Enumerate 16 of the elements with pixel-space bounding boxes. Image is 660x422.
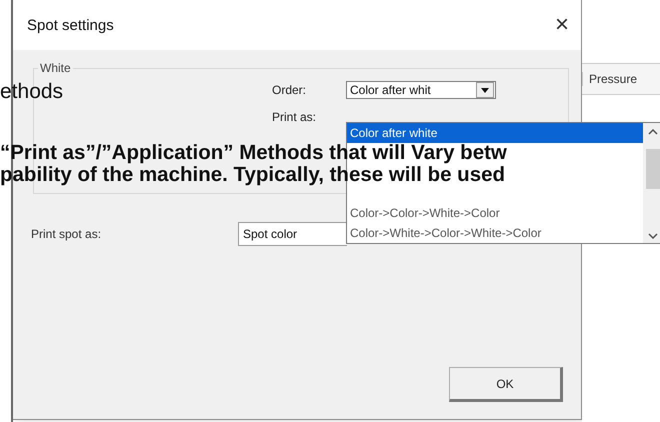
scroll-up-icon[interactable]	[648, 129, 658, 135]
order-label: Order:	[272, 83, 308, 97]
order-dropdown[interactable]: Color after whit	[346, 81, 496, 99]
print-spot-as-label: Print spot as:	[31, 227, 102, 241]
group-title: White	[38, 61, 73, 75]
window-title: Spot settings	[27, 16, 114, 34]
ok-button[interactable]: OK	[449, 367, 563, 402]
print-spot-as-field[interactable]: Spot color	[238, 222, 347, 246]
dropdown-option[interactable]: Color->White->Color->White->Color	[347, 223, 643, 243]
dropdown-arrow-icon	[481, 88, 489, 92]
scroll-down-icon[interactable]	[648, 233, 658, 239]
dropdown-option[interactable]: Color after white	[347, 123, 643, 143]
print-as-label: Print as:	[272, 110, 318, 124]
scroll-bar[interactable]	[643, 123, 660, 243]
dropdown-option[interactable]: Color->Color->White->Color	[347, 203, 643, 223]
close-button[interactable]: ×	[554, 13, 569, 37]
